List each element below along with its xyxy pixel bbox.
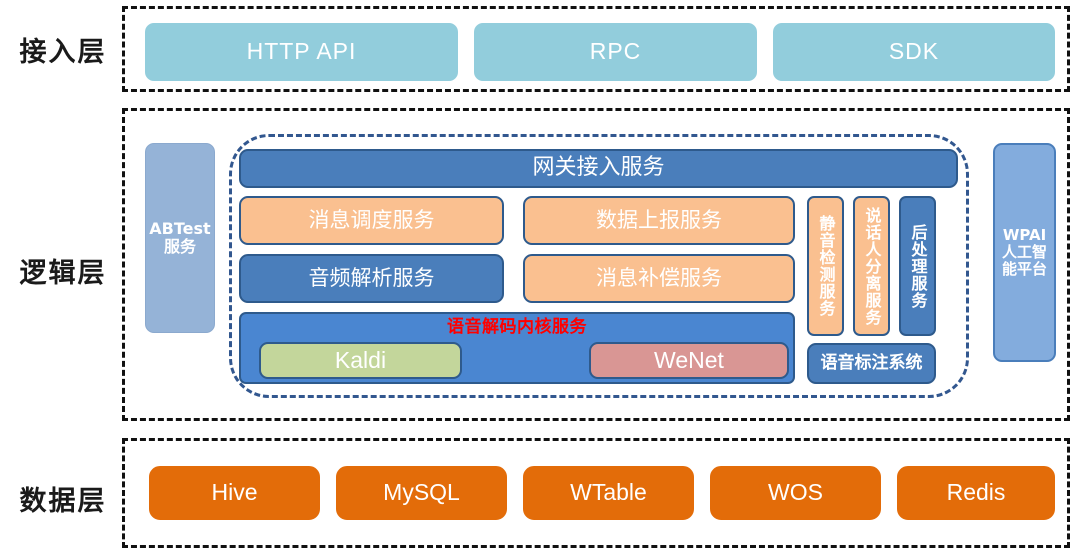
speech-decode-kernel-title: 语音解码内核服务 bbox=[447, 317, 587, 337]
access-node-http-api[interactable]: HTTP API bbox=[145, 23, 458, 81]
msg-compensate-label: 消息补偿服务 bbox=[596, 265, 722, 290]
wenet-label: WeNet bbox=[654, 346, 724, 373]
access-node-sdk-label: SDK bbox=[888, 38, 940, 65]
architecture-diagram: 接入层 HTTP API RPC SDK 逻辑层 ABTest 服务 网关接入服… bbox=[0, 0, 1080, 556]
msg-dispatch-label: 消息调度服务 bbox=[308, 207, 435, 232]
kaldi-label: Kaldi bbox=[334, 346, 387, 373]
audio-parse-label: 音频解析服务 bbox=[308, 265, 435, 290]
wpai-label-line2: 人工智 bbox=[1001, 243, 1047, 262]
logic-node-data-report[interactable]: 数据上报服务 bbox=[523, 196, 795, 245]
data-node-wtable[interactable]: WTable bbox=[523, 466, 694, 520]
data-node-mysql[interactable]: MySQL bbox=[336, 466, 507, 520]
access-node-rpc-label: RPC bbox=[589, 38, 642, 65]
logic-node-gateway[interactable]: 网关接入服务 bbox=[239, 149, 958, 188]
data-node-hive[interactable]: Hive bbox=[149, 466, 320, 520]
logic-node-msg-dispatch[interactable]: 消息调度服务 bbox=[239, 196, 504, 245]
data-layer-container: Hive MySQL WTable WOS Redis bbox=[122, 438, 1070, 548]
redis-label: Redis bbox=[946, 479, 1006, 506]
data-node-redis[interactable]: Redis bbox=[897, 466, 1055, 520]
access-node-http-api-label: HTTP API bbox=[246, 38, 357, 65]
logic-layer-container: ABTest 服务 网关接入服务 消息调度服务 数据上报服务 音频解析服务 消息… bbox=[122, 108, 1070, 421]
wos-label: WOS bbox=[768, 479, 823, 506]
abtest-label-line2: 服务 bbox=[163, 237, 196, 256]
wpai-label-line1: WPAI bbox=[1002, 226, 1047, 245]
hive-label: Hive bbox=[211, 479, 258, 506]
speaker-diarization-label: 说话人分离服务 bbox=[862, 206, 882, 326]
logic-node-abtest[interactable]: ABTest 服务 bbox=[145, 143, 215, 333]
layer-label-data: 数据层 bbox=[19, 486, 107, 517]
wpai-label-line3: 能平台 bbox=[1001, 259, 1047, 278]
mysql-label: MySQL bbox=[383, 479, 460, 506]
abtest-label-line1: ABTest bbox=[149, 219, 211, 239]
logic-node-audio-parse[interactable]: 音频解析服务 bbox=[239, 254, 504, 303]
post-process-label: 后处理服务 bbox=[908, 223, 928, 309]
kernel-engine-kaldi[interactable]: Kaldi bbox=[259, 342, 462, 379]
gateway-label: 网关接入服务 bbox=[532, 155, 665, 181]
logic-node-msg-compensate[interactable]: 消息补偿服务 bbox=[523, 254, 795, 303]
logic-node-post-process[interactable]: 后处理服务 bbox=[899, 196, 936, 336]
data-report-label: 数据上报服务 bbox=[596, 207, 722, 232]
access-node-rpc[interactable]: RPC bbox=[474, 23, 757, 81]
kernel-engine-wenet[interactable]: WeNet bbox=[589, 342, 789, 379]
vad-label: 静音检测服务 bbox=[816, 215, 836, 317]
logic-node-vad[interactable]: 静音检测服务 bbox=[807, 196, 844, 336]
speech-annotation-label: 语音标注系统 bbox=[820, 352, 923, 373]
data-node-wos[interactable]: WOS bbox=[710, 466, 881, 520]
access-node-sdk[interactable]: SDK bbox=[773, 23, 1055, 81]
wtable-label: WTable bbox=[570, 479, 647, 506]
logic-node-speech-annotation[interactable]: 语音标注系统 bbox=[807, 343, 936, 384]
logic-node-speech-decode-kernel[interactable]: 语音解码内核服务 Kaldi WeNet bbox=[239, 312, 795, 384]
access-layer-container: HTTP API RPC SDK bbox=[122, 6, 1070, 92]
logic-node-wpai[interactable]: WPAI 人工智 能平台 bbox=[993, 143, 1056, 362]
layer-label-access: 接入层 bbox=[19, 37, 107, 68]
logic-node-speaker-diarization[interactable]: 说话人分离服务 bbox=[853, 196, 890, 336]
layer-label-logic: 逻辑层 bbox=[19, 258, 107, 289]
